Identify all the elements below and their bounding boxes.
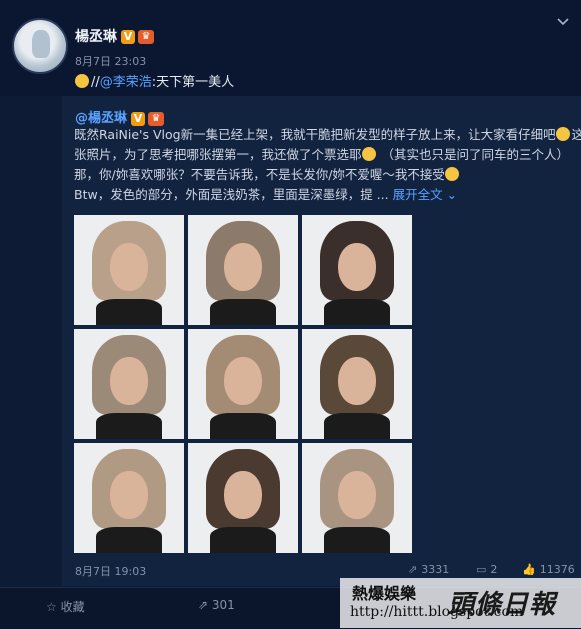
chevron-down-icon[interactable]: ⌄ <box>447 187 457 202</box>
photo-shirt <box>324 299 390 325</box>
verified-badge-icon: V <box>131 111 146 126</box>
favorite-label: 收藏 <box>60 600 85 614</box>
photo-thumbnail[interactable] <box>74 329 184 439</box>
watermark-url: http://hittt.blogspot.com <box>350 604 524 620</box>
comment-icon: ▭ <box>476 563 487 576</box>
photo-thumbnail[interactable] <box>302 215 412 325</box>
photo-face <box>338 471 376 519</box>
photo-thumbnail[interactable] <box>302 329 412 439</box>
weibo-post-card: 楊丞琳 V ♛ 8月7日 23:03 //@李荣浩:天下第一美人 @楊丞琳 V ♛ 既然… <box>0 0 581 629</box>
photo-shirt <box>210 413 276 439</box>
laugh-emoji-icon <box>361 147 376 161</box>
original-author-name[interactable]: @楊丞琳 <box>75 111 127 126</box>
photo-thumbnail[interactable] <box>74 215 184 325</box>
body-line-1: 既然RaiNie's Vlog新一集已经上架，我就干脆把新发型的样子放上来，让大… <box>74 127 556 142</box>
photo-shirt <box>96 413 162 439</box>
repost-button-count: 301 <box>211 598 235 612</box>
photo-face <box>224 471 262 519</box>
photo-shirt <box>96 527 162 553</box>
star-icon: ☆ <box>46 600 57 614</box>
comment-stat[interactable]: ▭ 2 <box>476 563 497 576</box>
favorite-button[interactable]: ☆ 收藏 <box>46 598 85 615</box>
comment-count: 2 <box>490 563 498 576</box>
repost-prefix: // <box>91 75 100 90</box>
repost-count: 3331 <box>421 563 450 576</box>
crown-badge-icon: ♛ <box>138 30 154 44</box>
body-line-2: 这九 <box>571 127 581 142</box>
photo-shirt <box>210 527 276 553</box>
photo-thumbnail[interactable] <box>188 215 298 325</box>
photo-face <box>224 357 262 405</box>
post-author[interactable]: 楊丞琳 V ♛ <box>75 26 154 46</box>
photo-thumbnail[interactable] <box>188 329 298 439</box>
photo-face <box>110 471 148 519</box>
body-line-4: （其实也只是问了同车的三个人） <box>381 147 570 162</box>
photo-face <box>338 243 376 291</box>
avatar[interactable] <box>12 18 68 74</box>
photo-thumbnail[interactable] <box>302 443 412 553</box>
chevron-down-icon[interactable] <box>556 14 570 28</box>
smile-emoji-icon <box>75 74 89 88</box>
verified-badge-icon: V <box>121 30 135 44</box>
body-line-5: 那，你/妳喜欢哪张？不要告诉我，不是长发你/妳不爱喔～我不接受 <box>74 167 445 182</box>
crown-badge-icon: ♛ <box>148 111 165 126</box>
mention-link[interactable]: @李荣浩 <box>100 75 152 90</box>
repost-icon: ⇗ <box>408 563 418 576</box>
like-icon: 👍 <box>522 563 536 576</box>
photo-shirt <box>210 299 276 325</box>
original-time[interactable]: 8月7日 19:03 <box>75 563 146 579</box>
author-name[interactable]: 楊丞琳 <box>75 29 117 45</box>
post-time[interactable]: 8月7日 23:03 <box>75 53 146 69</box>
repost-icon: ⇗ <box>198 598 209 612</box>
pout-emoji-icon <box>444 167 459 181</box>
photo-shirt <box>324 413 390 439</box>
body-line-3: 张照片，为了思考把哪张摆第一，我还做了个票选耶 <box>74 147 362 162</box>
body-line-6: Btw，发色的部分，外面是浅奶茶，里面是深墨绿，提 ... <box>74 187 389 202</box>
photo-shirt <box>324 527 390 553</box>
repost-stat[interactable]: ⇗ 3331 <box>408 563 449 576</box>
expand-full-text-link[interactable]: 展开全文 <box>393 187 443 202</box>
photo-face <box>110 243 148 291</box>
smile-emoji-icon <box>555 127 570 141</box>
photo-face <box>110 357 148 405</box>
repost-text: //@李荣浩:天下第一美人 <box>75 71 234 90</box>
watermark-title: 熱爆娛樂 <box>352 584 417 603</box>
original-author[interactable]: @楊丞琳 V ♛ <box>75 107 165 126</box>
photo-shirt <box>96 299 162 325</box>
photo-face <box>338 357 376 405</box>
repost-body: :天下第一美人 <box>151 75 235 90</box>
like-stat[interactable]: 👍 11376 <box>522 563 575 576</box>
repost-button[interactable]: ⇗ 301 <box>198 598 235 612</box>
photo-face <box>224 243 262 291</box>
like-count: 11376 <box>539 563 575 576</box>
original-body: 既然RaiNie's Vlog新一集已经上架，我就干脆把新发型的样子放上来，让大… <box>74 125 581 205</box>
photo-thumbnail[interactable] <box>74 443 184 553</box>
photo-thumbnail[interactable] <box>188 443 298 553</box>
